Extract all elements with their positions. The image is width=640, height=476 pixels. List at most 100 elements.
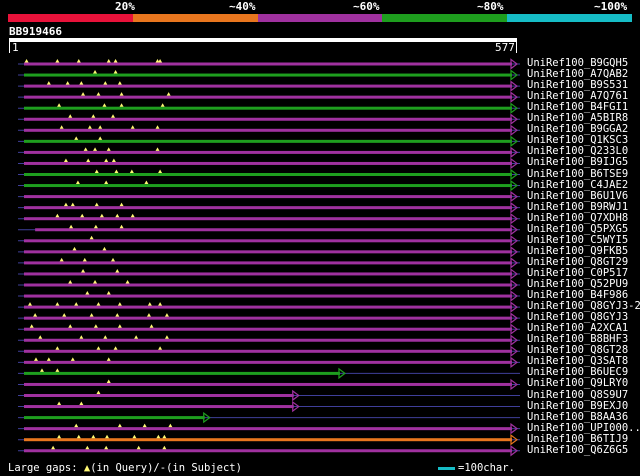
hit-track[interactable]	[18, 323, 520, 335]
hit-track[interactable]	[18, 301, 520, 313]
hit-bar[interactable]	[24, 184, 512, 188]
hit-track[interactable]	[18, 190, 520, 203]
hit-bar[interactable]	[24, 139, 512, 143]
hit-bar[interactable]	[24, 283, 512, 287]
gap-marker	[55, 368, 60, 372]
hit-bar[interactable]	[24, 327, 512, 331]
gap-marker	[117, 302, 122, 306]
hit-bar[interactable]	[24, 150, 512, 154]
hit-label[interactable]: UniRef100_Q8S9U7	[527, 389, 628, 401]
hit-bar[interactable]	[24, 360, 512, 364]
hit-track[interactable]	[18, 224, 520, 236]
hit-bar[interactable]	[24, 272, 512, 276]
hit-track[interactable]	[18, 378, 520, 391]
gap-marker	[57, 434, 62, 439]
hit-track[interactable]	[18, 422, 520, 435]
hit-bar[interactable]	[24, 438, 512, 442]
hit-bar[interactable]	[24, 73, 512, 77]
hit-track[interactable]	[18, 168, 520, 181]
hit-track[interactable]	[18, 179, 520, 192]
hit-label[interactable]: UniRef100_B9EXJ0	[527, 400, 628, 412]
gap-marker	[119, 103, 124, 107]
hit-bar[interactable]	[24, 95, 512, 99]
hit-bar[interactable]	[24, 305, 512, 309]
hit-bar[interactable]	[24, 206, 512, 210]
gap-marker	[106, 379, 111, 383]
gap-marker	[111, 114, 116, 118]
hit-bar[interactable]	[24, 405, 294, 409]
hit-label[interactable]: UniRef100_Q9LRY0	[527, 378, 628, 389]
hit-bar[interactable]	[24, 416, 205, 420]
hit-label[interactable]: UniRef100_B6TSE9	[527, 168, 628, 180]
hit-bar[interactable]	[24, 449, 512, 453]
hit-track[interactable]	[18, 434, 520, 446]
hit-bar[interactable]	[24, 62, 512, 66]
hit-bar[interactable]	[24, 250, 512, 254]
gap-marker	[68, 280, 73, 284]
hit-track[interactable]	[18, 235, 520, 247]
hit-track[interactable]	[18, 345, 520, 357]
hit-track[interactable]	[18, 135, 520, 148]
gap-marker	[33, 313, 38, 317]
hit-track[interactable]	[18, 367, 520, 380]
hit-bar[interactable]	[24, 161, 512, 165]
gap-marker	[93, 70, 98, 74]
hit-bar[interactable]	[24, 117, 512, 121]
hit-bar[interactable]	[24, 371, 340, 375]
hit-bar[interactable]	[24, 394, 294, 397]
hit-bar[interactable]	[24, 382, 512, 386]
gap-marker	[117, 81, 122, 85]
hit-track[interactable]	[18, 290, 520, 302]
hit-label[interactable]: UniRef100_UPI000..	[527, 422, 640, 434]
gap-marker	[76, 59, 81, 63]
hit-track[interactable]	[18, 91, 520, 103]
hit-track[interactable]	[18, 268, 520, 280]
hit-bar[interactable]	[24, 128, 512, 132]
hit-track[interactable]	[18, 356, 520, 369]
hit-track[interactable]	[18, 201, 520, 214]
hit-bar[interactable]	[24, 84, 512, 88]
hit-track[interactable]	[18, 124, 520, 136]
hit-bar[interactable]	[24, 338, 512, 342]
hit-bar[interactable]	[24, 427, 512, 431]
hit-bar[interactable]	[35, 228, 512, 232]
hit-track[interactable]	[18, 279, 520, 291]
hit-track[interactable]	[18, 400, 520, 413]
hit-track[interactable]	[18, 389, 520, 402]
hit-bar[interactable]	[24, 349, 512, 353]
hit-track[interactable]	[18, 58, 520, 70]
hit-track[interactable]	[18, 157, 520, 170]
hit-label[interactable]: UniRef100_B8AA36	[527, 411, 628, 423]
hit-label[interactable]: UniRef100_B6U1V6	[527, 190, 628, 202]
hit-track[interactable]	[18, 257, 520, 269]
hit-track[interactable]	[18, 113, 520, 125]
hit-track[interactable]	[18, 146, 520, 159]
hit-label[interactable]: UniRef100_B9RWJ1	[527, 201, 628, 213]
hit-bar[interactable]	[24, 261, 512, 265]
gap-marker	[76, 434, 81, 439]
hit-track[interactable]	[18, 69, 520, 81]
gap-marker	[144, 180, 149, 185]
hit-track[interactable]	[18, 102, 520, 114]
hit-bar[interactable]	[24, 239, 512, 243]
gap-marker	[98, 125, 103, 129]
hit-label[interactable]: UniRef100_Q6Z6G5	[527, 444, 628, 456]
hit-track[interactable]	[18, 445, 520, 457]
hit-track[interactable]	[18, 246, 520, 258]
hit-bar[interactable]	[24, 173, 512, 176]
hit-bar[interactable]	[24, 195, 512, 199]
hit-label[interactable]: UniRef100_B9IJG5	[527, 157, 628, 168]
gap-marker	[146, 313, 151, 317]
hit-bar[interactable]	[24, 217, 512, 221]
hit-track[interactable]	[18, 334, 520, 346]
hit-track[interactable]	[18, 411, 520, 424]
hit-track[interactable]	[18, 80, 520, 92]
hit-bar[interactable]	[24, 294, 512, 298]
hit-label[interactable]: UniRef100_C4JAE2	[527, 179, 628, 191]
hit-bar[interactable]	[24, 316, 512, 320]
hit-track[interactable]	[18, 312, 520, 324]
hit-track[interactable]	[18, 213, 520, 225]
scale-label: =100char.	[458, 462, 515, 474]
gap-marker	[86, 158, 91, 162]
hit-bar[interactable]	[24, 106, 512, 110]
